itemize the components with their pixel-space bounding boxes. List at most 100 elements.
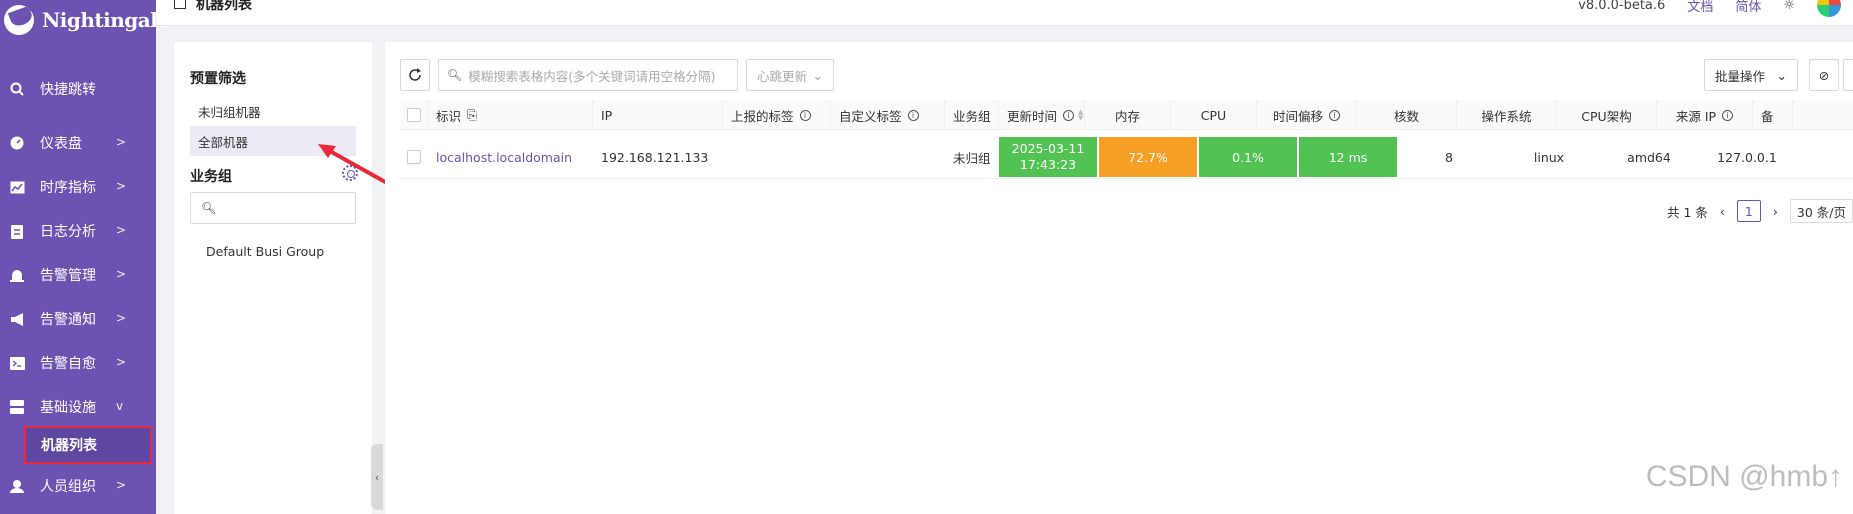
business-group-item[interactable]: Default Busi Group bbox=[206, 244, 324, 259]
compass-button[interactable]: ⊘ bbox=[1809, 59, 1839, 91]
main-panel: 🔍︎ 模糊搜索表格内容(多个关键词请用空格分隔) 心跳更新 ⌄ 批量操作 ⌄ ⊘… bbox=[385, 42, 1853, 514]
column-header-reported-tags[interactable]: 上报的标签 i bbox=[723, 100, 831, 130]
sidebar-item-label: 快捷跳转 bbox=[40, 82, 96, 98]
search-icon: 🔍︎ bbox=[447, 68, 463, 82]
heartbeat-select[interactable]: 心跳更新 ⌄ bbox=[746, 59, 834, 91]
docs-link[interactable]: 文档 bbox=[1687, 0, 1713, 15]
info-icon[interactable]: i bbox=[1329, 109, 1340, 121]
row-checkbox[interactable] bbox=[400, 137, 428, 177]
sidebar-item-metrics[interactable]: 时序指标 > bbox=[0, 167, 156, 207]
breadcrumb: 机器列表 bbox=[174, 0, 252, 14]
cell-busi-group: 未归组 bbox=[953, 150, 991, 166]
sort-icon[interactable]: ▲ ▼ bbox=[1078, 109, 1083, 122]
cell-os: linux bbox=[1533, 149, 1565, 165]
preset-all-machines[interactable]: 全部机器 bbox=[190, 126, 356, 156]
sidebar-item-label: 基础设施 bbox=[40, 400, 96, 416]
sidebar-item-quick-jump[interactable]: 快捷跳转 bbox=[0, 69, 156, 109]
sidebar-item-people[interactable]: 人员组织 > bbox=[0, 466, 156, 506]
theme-toggle-icon[interactable]: ☼ bbox=[1783, 0, 1795, 13]
page-number-current[interactable]: 1 bbox=[1736, 200, 1761, 222]
column-header-os[interactable]: 操作系统 bbox=[1457, 100, 1557, 130]
column-header-update-time[interactable]: 更新时间 i ▲ ▼ bbox=[999, 100, 1085, 130]
sidebar-subitem-machine-list[interactable]: 机器列表 bbox=[24, 426, 152, 464]
compass-icon: ⊘ bbox=[1818, 67, 1830, 83]
sidebar-item-dashboard[interactable]: 仪表盘 > bbox=[0, 123, 156, 163]
sidebar-item-logs[interactable]: 日志分析 > bbox=[0, 211, 156, 251]
cell-ip: 192.168.121.133 bbox=[601, 149, 709, 165]
info-icon[interactable]: i bbox=[907, 109, 919, 121]
table-row: localhost.localdomain 192.168.121.133 未归… bbox=[400, 137, 1853, 179]
cell-offset: 12 ms bbox=[1299, 137, 1397, 177]
column-header-cores[interactable]: 核数 bbox=[1357, 100, 1457, 130]
column-header-cpu[interactable]: CPU bbox=[1171, 100, 1257, 130]
sidebar-item-label: 仪表盘 bbox=[40, 136, 82, 152]
sidebar-item-label: 告警管理 bbox=[40, 268, 96, 284]
cell-mem: 72.7% bbox=[1099, 137, 1197, 177]
business-group-search-input[interactable]: 🔍︎ bbox=[190, 192, 356, 224]
top-bar: 机器列表 v8.0.0-beta.6 文档 简体 ☼ bbox=[156, 0, 1853, 26]
column-header-ident[interactable]: 标识 ⎘ bbox=[428, 100, 593, 130]
sidebar-item-alert-notify[interactable]: 告警通知 > bbox=[0, 299, 156, 339]
sidebar: Nightingale 快捷跳转 仪表盘 > 时序指标 > 日志分析 > 告警管… bbox=[0, 0, 170, 514]
avatar[interactable] bbox=[1817, 0, 1841, 17]
collapse-panel-icon[interactable]: ‹ bbox=[371, 444, 383, 510]
cell-cpu: 0.1% bbox=[1199, 137, 1297, 177]
batch-actions-button[interactable]: 批量操作 ⌄ bbox=[1704, 59, 1798, 91]
search-icon: 🔍︎ bbox=[201, 201, 217, 215]
preset-filter-title: 预置筛选 bbox=[190, 71, 246, 87]
watermark: CSDN @hmb↑ bbox=[1645, 460, 1843, 493]
refresh-icon bbox=[409, 68, 421, 81]
page-size-select[interactable]: 30 条/页 bbox=[1789, 199, 1853, 223]
column-header-offset[interactable]: 时间偏移 i bbox=[1257, 100, 1357, 130]
chevron-right-icon: > bbox=[116, 355, 127, 369]
filter-panel: 预置筛选 未归组机器 全部机器 业务组 🔍︎ Default Busi Grou… bbox=[174, 42, 372, 514]
gear-icon[interactable] bbox=[342, 165, 358, 181]
column-header-arch[interactable]: CPU架构 bbox=[1557, 100, 1657, 130]
sidebar-item-alert-mgmt[interactable]: 告警管理 > bbox=[0, 255, 156, 295]
info-icon[interactable]: i bbox=[1063, 109, 1075, 121]
host-link[interactable]: localhost.localdomain bbox=[436, 150, 572, 165]
chevron-down-icon: v bbox=[116, 399, 124, 413]
refresh-button[interactable] bbox=[400, 59, 430, 91]
column-header-mem[interactable]: 内存 bbox=[1085, 100, 1171, 130]
info-icon[interactable]: i bbox=[799, 109, 811, 121]
column-header-busi-group[interactable]: 业务组 bbox=[945, 100, 999, 130]
column-header-ip[interactable]: IP bbox=[593, 100, 723, 130]
prev-page-icon[interactable]: ‹ bbox=[1720, 204, 1725, 219]
select-all-checkbox[interactable] bbox=[400, 100, 428, 130]
column-header-source-ip[interactable]: 来源 IP i bbox=[1657, 100, 1753, 130]
next-page-icon[interactable]: › bbox=[1773, 204, 1778, 219]
toolbar: 🔍︎ 模糊搜索表格内容(多个关键词请用空格分隔) 心跳更新 ⌄ bbox=[400, 59, 834, 91]
alarm-icon bbox=[9, 267, 25, 283]
preset-unassigned-machines[interactable]: 未归组机器 bbox=[190, 96, 356, 126]
chevron-right-icon: > bbox=[116, 478, 127, 492]
page-title: 机器列表 bbox=[196, 0, 252, 13]
terminal-icon bbox=[9, 355, 25, 371]
language-switch[interactable]: 简体 bbox=[1735, 0, 1761, 15]
sidebar-item-label: 时序指标 bbox=[40, 180, 96, 196]
sidebar-item-self-heal[interactable]: 告警自愈 > bbox=[0, 343, 156, 383]
chart-icon bbox=[9, 179, 25, 195]
copy-icon[interactable]: ⎘ bbox=[467, 107, 477, 123]
header-actions: v8.0.0-beta.6 文档 简体 ☼ bbox=[1578, 0, 1841, 17]
logo[interactable]: Nightingale bbox=[4, 0, 170, 40]
logo-text: Nightingale bbox=[42, 8, 170, 32]
sidebar-item-infrastructure[interactable]: 基础设施 v bbox=[0, 387, 156, 427]
sidebar-item-label: 告警通知 bbox=[40, 312, 96, 328]
column-header-custom-tags[interactable]: 自定义标签 i bbox=[831, 100, 945, 130]
pagination: 共 1 条 ‹ 1 › 30 条/页 bbox=[1667, 199, 1853, 223]
search-input[interactable]: 🔍︎ 模糊搜索表格内容(多个关键词请用空格分隔) bbox=[438, 59, 738, 91]
chevron-down-icon: ⌄ bbox=[1776, 67, 1787, 83]
chevron-right-icon: > bbox=[116, 223, 127, 237]
more-button[interactable]: ‹ bbox=[1843, 59, 1853, 91]
cell-custom-tags bbox=[831, 137, 945, 177]
cell-source-ip: 127.0.0.1 bbox=[1717, 149, 1777, 165]
info-icon[interactable]: i bbox=[1722, 109, 1734, 121]
column-header-note[interactable]: 备 bbox=[1753, 100, 1793, 130]
cell-ident: localhost.localdomain bbox=[428, 137, 593, 177]
nightingale-logo-icon bbox=[4, 5, 34, 35]
megaphone-icon bbox=[9, 311, 25, 327]
cell-reported-tags bbox=[723, 137, 831, 177]
chevron-right-icon: > bbox=[116, 135, 127, 149]
version-label: v8.0.0-beta.6 bbox=[1578, 0, 1666, 13]
